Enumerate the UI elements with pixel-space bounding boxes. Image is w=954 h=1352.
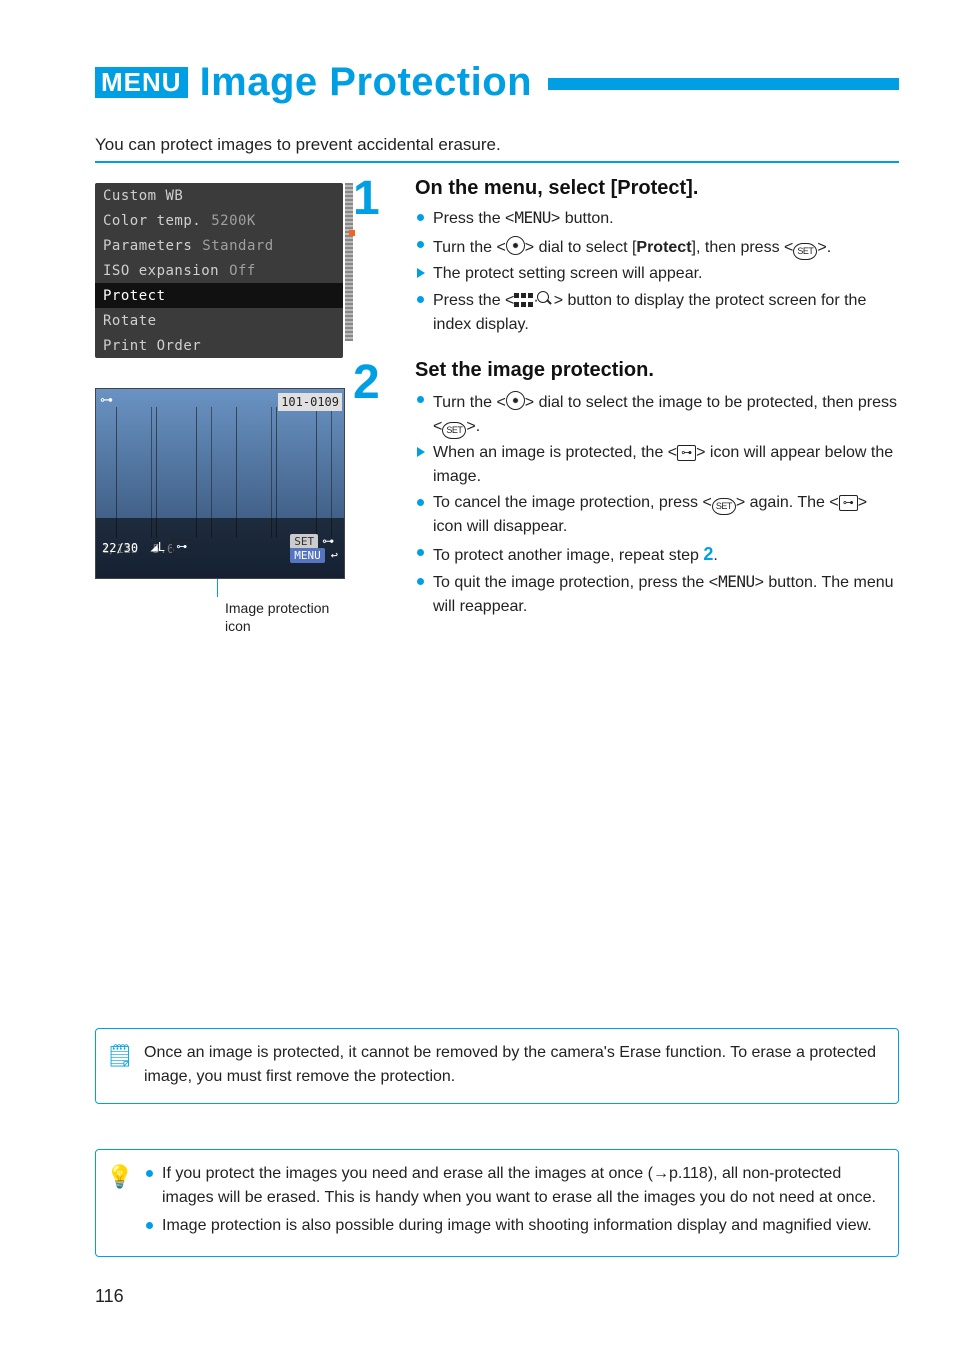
frame-counter: 22/30 [102, 541, 138, 555]
dial-icon [506, 391, 525, 410]
step-1-block: On the menu, select [Protect]. Press the… [415, 177, 899, 337]
step-1-heading: On the menu, select [Protect]. [415, 177, 899, 200]
step-2-heading: Set the image protection. [415, 359, 899, 382]
menu-item-label: Rotate [103, 313, 157, 329]
menu-item-print-order: Print Order [95, 333, 343, 358]
result-bullet: The protect setting screen will appear. [415, 262, 899, 286]
step-number-2: 2 [353, 355, 380, 410]
step-ref-2: 2 [703, 544, 713, 564]
result-bullet: When an image is protected, the <⊶> icon… [415, 441, 899, 489]
camera-scrollbar-icon [345, 183, 353, 341]
tip-bullets: If you protect the images you need and e… [144, 1162, 884, 1238]
page-title-row: MENU Image Protection [95, 60, 899, 105]
note-text: Once an image is protected, it cannot be… [144, 1044, 876, 1085]
title-decoration-bar [548, 78, 899, 90]
protect-key-icon: ⊶ [839, 495, 858, 511]
note-info-icon: 🗒 [106, 1039, 134, 1072]
menu-item-iso-expansion: ISO expansion Off [95, 258, 343, 283]
bullet: Press the <MENU> button. [415, 206, 899, 231]
set-button-icon: SET [712, 498, 736, 515]
menu-item-color-temp: Color temp. 5200K [95, 208, 343, 233]
menu-item-label: Color temp. [103, 213, 201, 229]
menu-item-label: Parameters [103, 238, 192, 254]
image-number-badge: 101-0109 [278, 393, 342, 411]
bullet: To quit the image protection, press the … [415, 570, 899, 619]
note-box-info: 🗒 Once an image is protected, it cannot … [95, 1028, 899, 1104]
dial-icon [506, 236, 525, 255]
menu-key-icon: MENU [718, 572, 755, 591]
bullet: Turn the <> dial to select the image to … [415, 388, 899, 439]
annotation-label: Image protection icon [225, 599, 355, 635]
annotation-leader-line [217, 579, 219, 597]
bullet: To cancel the image protection, press <S… [415, 491, 899, 539]
bullet: To protect another image, repeat step 2. [415, 541, 899, 568]
set-button-icon: SET [793, 243, 817, 260]
menu-item-value: 5200K [211, 213, 256, 229]
menu-key-icon: MENU [514, 208, 551, 227]
note-tip-icon: 💡 [106, 1160, 133, 1193]
menu-item-protect-selected: Protect [95, 283, 343, 308]
step-number-1: 1 [353, 171, 380, 226]
right-column: 1 On the menu, select [Protect]. Press t… [355, 177, 899, 621]
tip-bullet: If you protect the images you need and e… [144, 1162, 884, 1210]
section-divider [95, 161, 899, 163]
left-column: Custom WB Color temp. 5200K Parameters S… [95, 177, 355, 635]
protect-status-icon: ⊶ [100, 393, 113, 408]
playback-status-bar: 22/30 ◢L ⊶ SET⊶ MENU↩ [96, 518, 344, 578]
step-1-bullets: Press the <MENU> button. Turn the <> dia… [415, 206, 899, 337]
note-box-tip: 💡 If you protect the images you need and… [95, 1149, 899, 1257]
menu-item-label: ISO expansion [103, 263, 219, 279]
manual-page: MENU Image Protection You can protect im… [0, 0, 954, 1352]
bullet: Turn the <> dial to select [Protect], th… [415, 233, 899, 260]
index-icon [514, 293, 533, 307]
menu-item-value: Off [229, 263, 256, 279]
page-number: 116 [95, 1286, 124, 1307]
camera-menu-screenshot: Custom WB Color temp. 5200K Parameters S… [95, 183, 343, 358]
content-columns: Custom WB Color temp. 5200K Parameters S… [95, 177, 899, 635]
menu-badge-icon: MENU [95, 67, 188, 98]
magnify-icon [537, 291, 554, 308]
set-button-icon: SET [442, 422, 466, 439]
protected-image-screenshot: ⊶ 101-0109 1/125 5.6 22/30 ◢L ⊶ SET⊶ MEN… [95, 388, 345, 579]
bullet: Press the <·> button to display the prot… [415, 288, 899, 337]
tip-bullet: Image protection is also possible during… [144, 1214, 884, 1238]
intro-text: You can protect images to prevent accide… [95, 135, 899, 155]
page-title: Image Protection [200, 60, 533, 105]
quality-and-protect-icon: ◢L ⊶ [151, 540, 192, 556]
menu-item-label: Protect [103, 288, 166, 304]
menu-item-custom-wb: Custom WB [95, 183, 343, 208]
menu-item-label: Custom WB [103, 188, 183, 204]
menu-item-value: Standard [202, 238, 273, 254]
step-2-bullets: Turn the <> dial to select the image to … [415, 388, 899, 619]
step-2-block: Set the image protection. Turn the <> di… [415, 359, 899, 619]
control-hints: SET⊶ MENU↩ [204, 520, 338, 576]
menu-item-parameters: Parameters Standard [95, 233, 343, 258]
protect-key-icon: ⊶ [677, 445, 696, 461]
menu-item-rotate: Rotate [95, 308, 343, 333]
menu-item-label: Print Order [103, 338, 201, 354]
